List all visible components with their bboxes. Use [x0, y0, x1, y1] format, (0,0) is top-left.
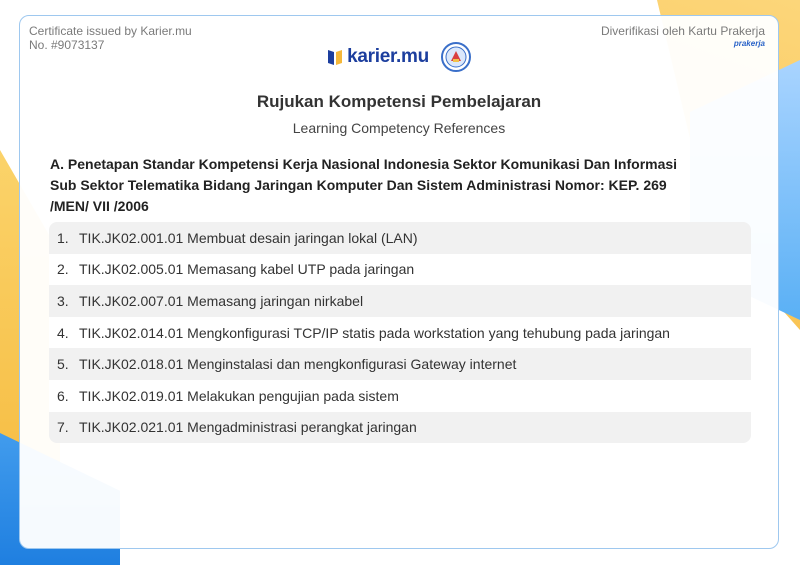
list-item-number: 4. — [57, 324, 69, 341]
list-item-number: 7. — [57, 419, 69, 436]
list-item: 2. TIK.JK02.005.01 Memasang kabel UTP pa… — [49, 253, 751, 286]
certificate-card: Certificate issued by Karier.mu No. #907… — [19, 15, 779, 549]
list-item-number: 3. — [57, 292, 69, 309]
book-icon — [328, 50, 343, 65]
karier-mu-logo: karier.mu — [327, 46, 429, 68]
list-item: 7. TIK.JK02.021.01 Mengadministrasi pera… — [49, 411, 751, 444]
government-seal-icon — [440, 42, 471, 72]
page-title: Rujukan Kompetensi Pembelajaran — [256, 92, 542, 111]
list-item: 1. TIK.JK02.001.01 Membuat desain jaring… — [49, 222, 751, 254]
list-item-text: TIK.JK02.005.01 Memasang kabel UTP pada … — [79, 261, 415, 278]
list-item-number: 6. — [57, 387, 69, 404]
competency-list: 1. TIK.JK02.001.01 Membuat desain jaring… — [49, 222, 751, 444]
list-item-number: 5. — [57, 356, 69, 373]
list-item-text: TIK.JK02.019.01 Melakukan pengujian pada… — [79, 387, 399, 404]
section-title: A. Penetapan Standar Kompetensi Kerja Na… — [50, 156, 678, 214]
list-item-number: 1. — [57, 229, 69, 246]
list-item-number: 2. — [57, 261, 69, 278]
list-item-text: TIK.JK02.001.01 Membuat desain jaringan … — [79, 229, 418, 246]
brand-name: karier.mu — [347, 46, 429, 67]
list-item-text: TIK.JK02.021.01 Mengadministrasi perangk… — [79, 419, 417, 436]
logo-bar: karier.mu — [20, 42, 778, 72]
page-subtitle: Learning Competency References — [292, 120, 506, 136]
list-item: 6. TIK.JK02.019.01 Melakukan pengujian p… — [49, 379, 751, 412]
list-item: 4. TIK.JK02.014.01 Mengkonfigurasi TCP/I… — [49, 316, 751, 349]
issued-by-text: Certificate issued by Karier.mu — [29, 24, 192, 38]
verification-info: Diverifikasi oleh Kartu Prakerja — [601, 24, 765, 38]
list-item-text: TIK.JK02.018.01 Menginstalasi dan mengko… — [79, 356, 517, 373]
verified-by-text: Diverifikasi oleh Kartu Prakerja — [600, 24, 765, 38]
list-item: 3. TIK.JK02.007.01 Memasang jaringan nir… — [49, 285, 751, 317]
list-item-text: TIK.JK02.007.01 Memasang jaringan nirkab… — [79, 292, 364, 309]
list-item: 5. TIK.JK02.018.01 Menginstalasi dan men… — [49, 348, 751, 380]
list-item-text: TIK.JK02.014.01 Mengkonfigurasi TCP/IP s… — [79, 324, 670, 341]
